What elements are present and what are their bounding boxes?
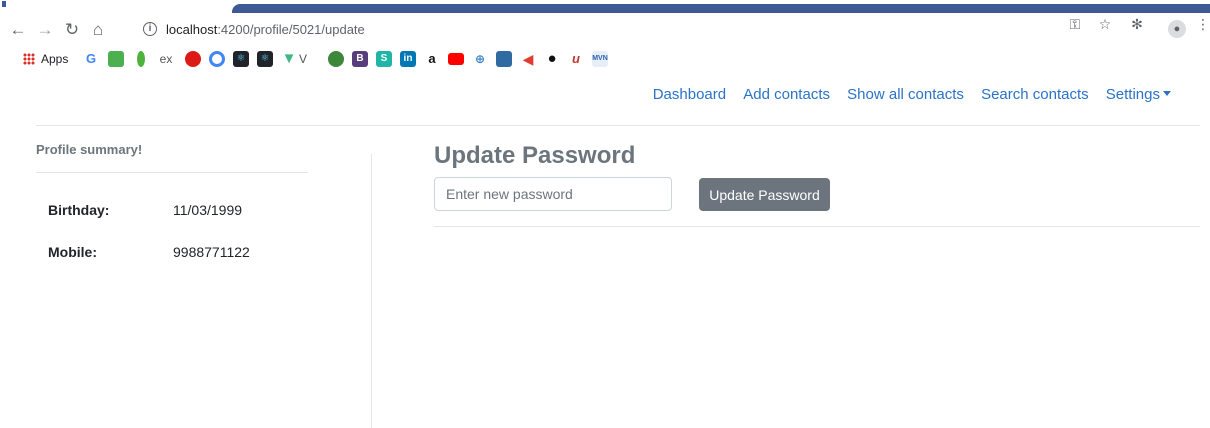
react-icon[interactable]: ⚛ xyxy=(233,51,249,67)
github-icon[interactable]: ● xyxy=(544,51,560,67)
chrome-ext-icon[interactable] xyxy=(209,51,225,67)
react-native-icon[interactable]: ⚛ xyxy=(257,51,273,67)
nav-links: Dashboard Add contacts Show all contacts… xyxy=(640,86,1171,103)
forward-arrow-icon[interactable]: → xyxy=(35,20,55,40)
express-icon[interactable]: ex xyxy=(158,51,174,67)
browser-tab-strip xyxy=(0,0,1210,14)
bookmarks-bar: Apps G ex ⚛ ⚛ ▼ V B S in a ⊕ ◀ ● u MVN xyxy=(0,46,1210,72)
profile-summary-panel: Profile summary! Birthday: 11/03/1999 Mo… xyxy=(36,142,308,260)
angular-icon[interactable] xyxy=(185,51,201,67)
info-icon[interactable]: i xyxy=(143,22,157,36)
bookmark-apps[interactable]: Apps xyxy=(41,50,68,68)
url-host: localhost xyxy=(166,22,218,37)
birthday-value: 11/03/1999 xyxy=(173,202,243,218)
address-bar[interactable]: i localhost:4200/profile/5021/update xyxy=(135,19,1055,43)
nav-dashboard[interactable]: Dashboard xyxy=(653,86,726,103)
nav-add-contacts[interactable]: Add contacts xyxy=(743,86,830,103)
browser-toolbar: ← → ↻ ⌂ i localhost:4200/profile/5021/up… xyxy=(0,14,1210,46)
nav-search-contacts[interactable]: Search contacts xyxy=(981,86,1089,103)
tab-bar[interactable] xyxy=(232,4,1210,13)
bookmark-dark-blue-icon[interactable] xyxy=(496,51,512,67)
profile-avatar-icon[interactable]: ● xyxy=(1168,20,1186,38)
extension-icon[interactable]: ✻ xyxy=(1127,14,1147,34)
apps-grid-icon[interactable] xyxy=(23,53,35,65)
vertical-divider xyxy=(371,154,372,428)
bookmark-blue-icon[interactable]: ⊕ xyxy=(472,51,488,67)
udemy-icon[interactable]: u xyxy=(568,51,584,67)
key-icon[interactable]: ⚿ xyxy=(1065,14,1085,34)
birthday-label: Birthday: xyxy=(48,202,110,218)
vue-icon[interactable]: ▼ xyxy=(281,51,297,67)
menu-icon[interactable]: ⋮ xyxy=(1196,14,1210,34)
bootstrap-icon[interactable]: B xyxy=(352,51,368,67)
url-text[interactable]: localhost:4200/profile/5021/update xyxy=(166,22,365,37)
mobile-label: Mobile: xyxy=(48,244,97,260)
back-arrow-icon[interactable]: ← xyxy=(8,20,28,40)
bookmark-red-arrow-icon[interactable]: ◀ xyxy=(520,51,536,67)
new-password-input[interactable] xyxy=(434,177,672,211)
star-icon[interactable]: ☆ xyxy=(1095,14,1115,34)
horizontal-divider xyxy=(434,226,1200,227)
node-icon[interactable] xyxy=(328,51,344,67)
bookmark-green-icon[interactable] xyxy=(108,51,124,67)
amazon-icon[interactable]: a xyxy=(424,51,440,67)
nav-show-all-contacts[interactable]: Show all contacts xyxy=(847,86,964,103)
nav-settings-dropdown[interactable]: Settings xyxy=(1106,86,1171,103)
reload-icon[interactable]: ↻ xyxy=(62,20,82,40)
mongodb-icon[interactable] xyxy=(137,51,145,67)
app-navbar: Dashboard Add contacts Show all contacts… xyxy=(36,78,1200,126)
update-password-button[interactable]: Update Password xyxy=(699,178,830,211)
home-icon[interactable]: ⌂ xyxy=(88,20,108,40)
mobile-value: 9988771122 xyxy=(173,244,250,260)
page-title: Update Password xyxy=(434,142,636,169)
caret-down-icon xyxy=(1163,91,1171,96)
bookmark-v[interactable]: V xyxy=(299,50,307,68)
google-icon[interactable]: G xyxy=(83,51,99,67)
mvn-icon[interactable]: MVN xyxy=(592,51,608,67)
youtube-icon[interactable] xyxy=(448,53,464,65)
profile-summary-title: Profile summary! xyxy=(36,142,308,173)
settings-label: Settings xyxy=(1105,86,1160,103)
tab-indicator xyxy=(2,1,6,7)
stack-icon[interactable]: S xyxy=(376,51,392,67)
linkedin-icon[interactable]: in xyxy=(400,51,416,67)
url-path: :4200/profile/5021/update xyxy=(217,22,365,37)
